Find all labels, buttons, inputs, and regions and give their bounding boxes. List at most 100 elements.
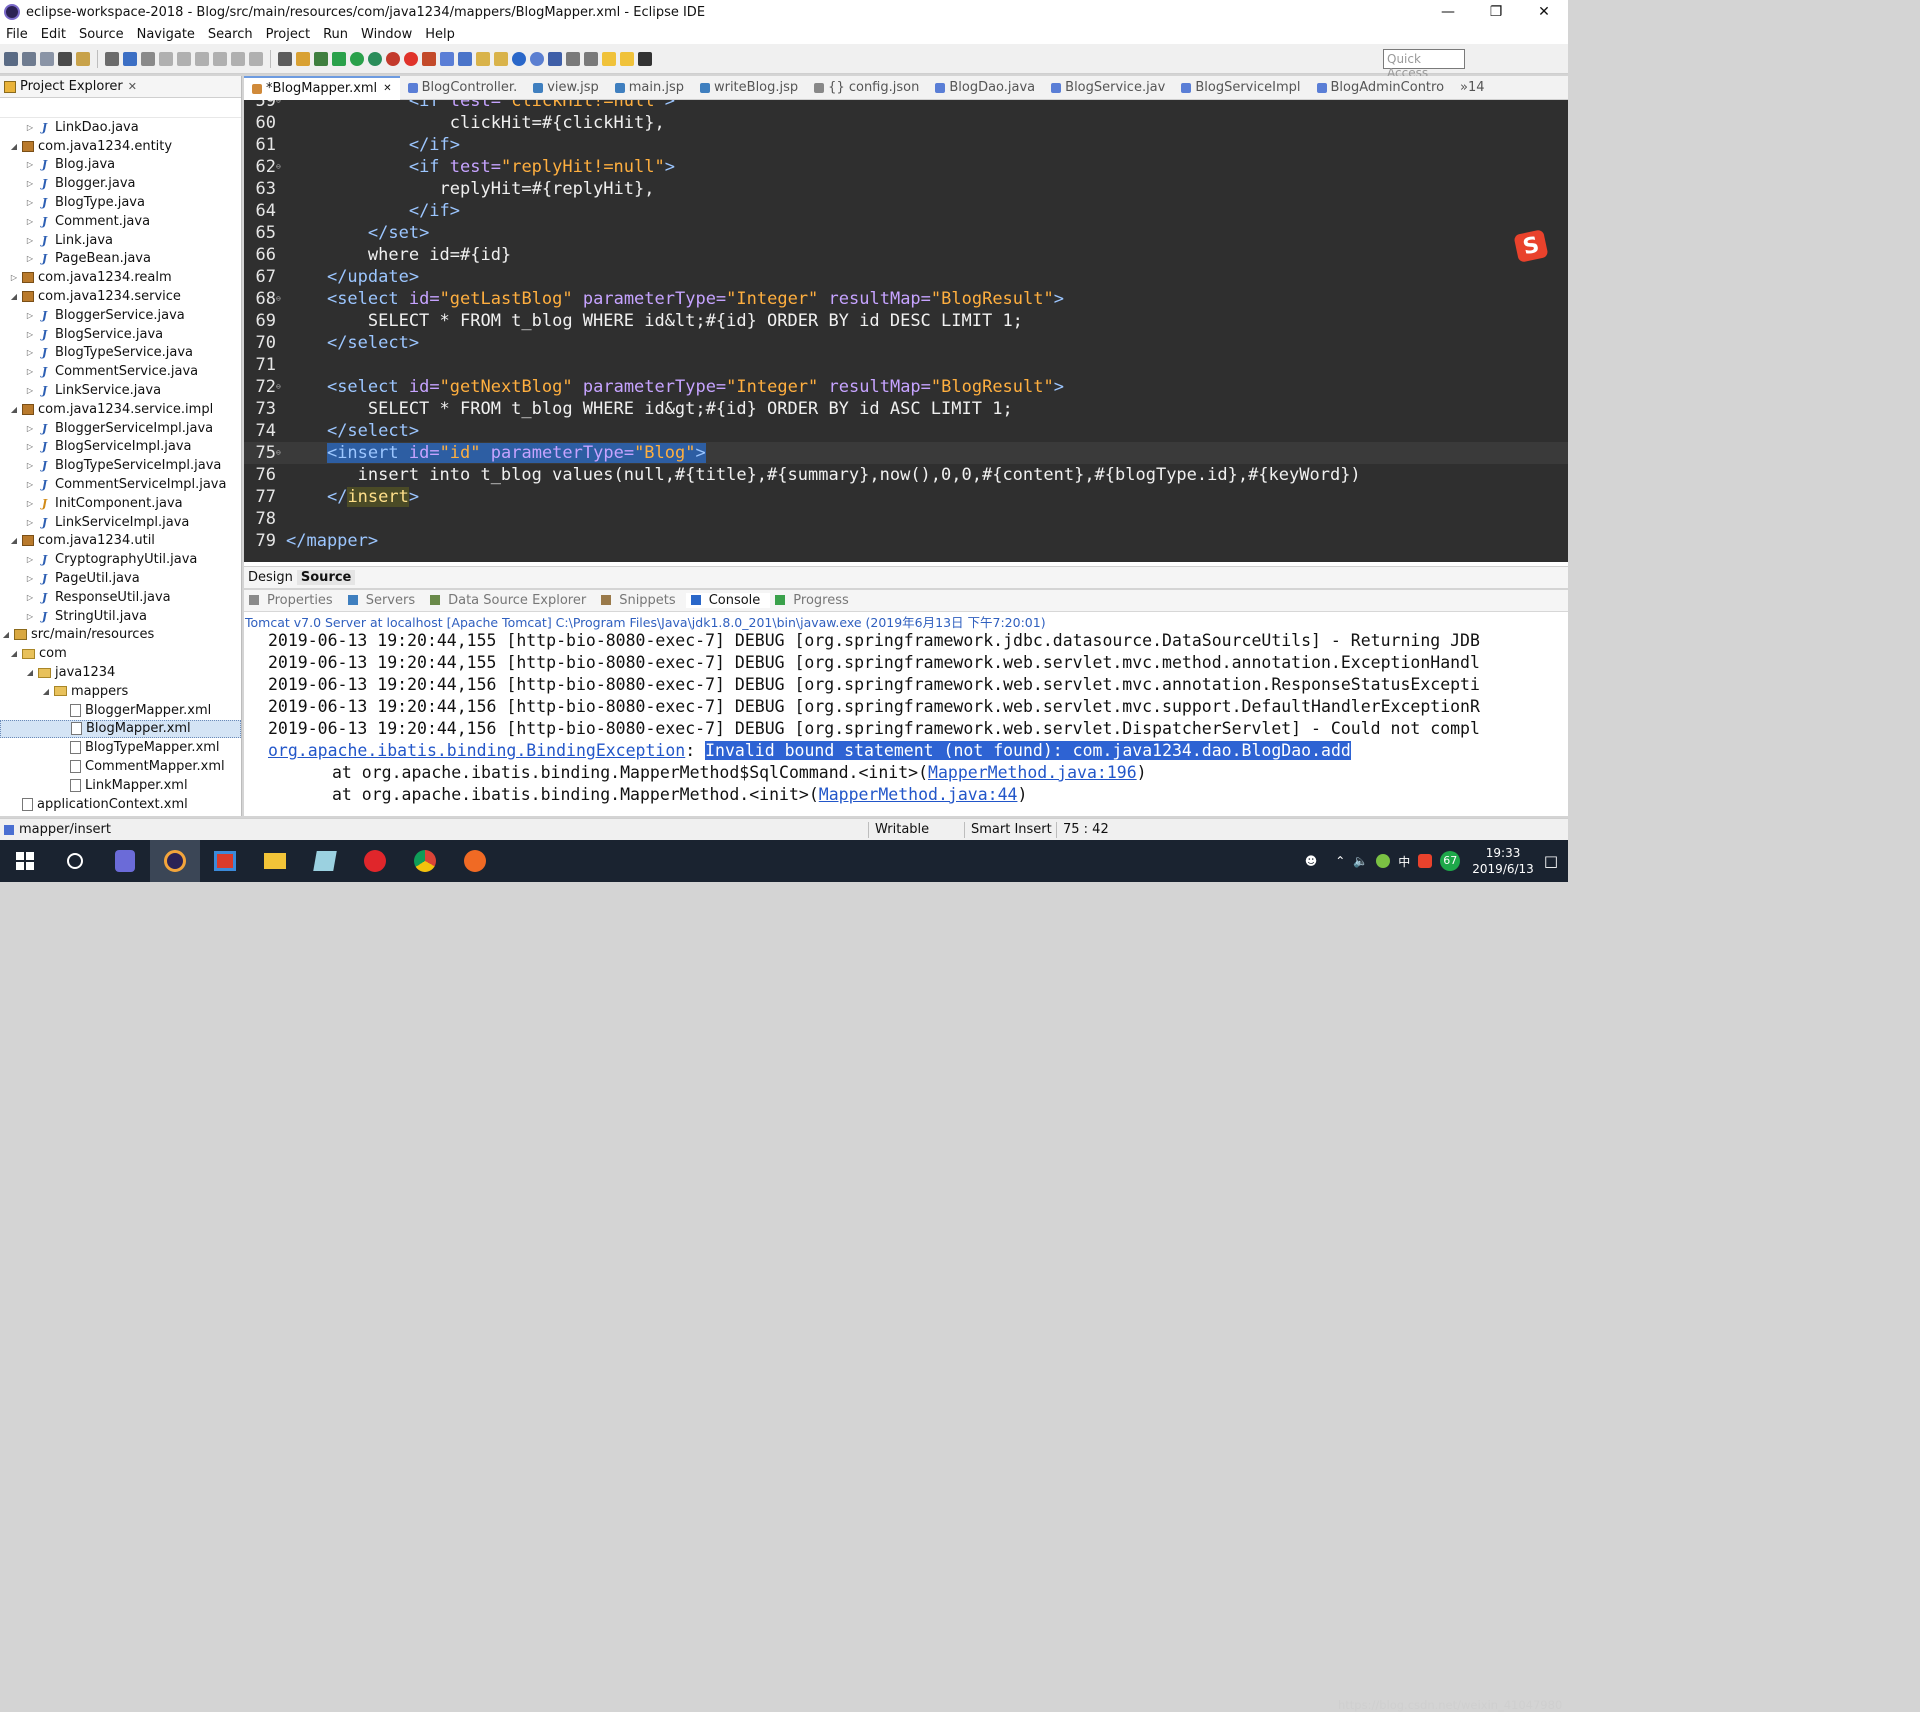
back-icon[interactable] <box>620 51 634 66</box>
code-line[interactable]: 66 where id=#{id} <box>244 244 1568 266</box>
code-line[interactable]: 74 </select> <box>244 420 1568 442</box>
ime-icon[interactable]: 中 <box>1398 853 1410 870</box>
next-annotation-icon[interactable] <box>584 51 598 66</box>
editor-tab[interactable]: BlogAdminContro <box>1309 76 1453 100</box>
open-folder-icon[interactable] <box>476 51 490 66</box>
fold-marker-icon[interactable]: ⊖ <box>276 376 286 398</box>
tree-item[interactable]: ▷ J BlogServiceImpl.java <box>0 438 241 457</box>
editor-tab[interactable]: {} config.json <box>806 76 927 100</box>
collapsed-arrow-icon[interactable]: ▷ <box>24 179 36 188</box>
tree-item[interactable]: ▷ J InitComponent.java <box>0 494 241 513</box>
expanded-arrow-icon[interactable]: ◢ <box>8 292 20 301</box>
app-icon-1[interactable] <box>100 840 150 882</box>
tree-item[interactable]: ◢ mappers <box>0 682 241 701</box>
volume-icon[interactable]: 🔈 <box>1353 854 1368 868</box>
collapsed-arrow-icon[interactable]: ▷ <box>24 442 36 451</box>
tree-item[interactable]: ◢ src/main/resources <box>0 626 241 645</box>
expanded-arrow-icon[interactable]: ◢ <box>40 687 52 696</box>
collapsed-arrow-icon[interactable]: ▷ <box>24 123 36 132</box>
tree-item[interactable]: ▷ J LinkService.java <box>0 381 241 400</box>
code-line[interactable]: 63 replyHit=#{replyHit}, <box>244 178 1568 200</box>
forward-icon[interactable] <box>638 51 652 66</box>
notification-icon[interactable]: □ <box>1544 852 1558 870</box>
expanded-arrow-icon[interactable]: ◢ <box>8 649 20 658</box>
fold-marker-icon[interactable]: ⊖ <box>276 100 286 112</box>
code-line[interactable]: 69 SELECT * FROM t_blog WHERE id&lt;#{id… <box>244 310 1568 332</box>
collapsed-arrow-icon[interactable]: ▷ <box>24 424 36 433</box>
debug-icon[interactable] <box>332 51 346 66</box>
editor-tab[interactable]: BlogDao.java <box>927 76 1043 100</box>
editor-tab[interactable]: *BlogMapper.xml ✕ <box>244 75 400 100</box>
tree-item[interactable]: ▷ J Link.java <box>0 231 241 250</box>
code-line[interactable]: 60 clickHit=#{clickHit}, <box>244 112 1568 134</box>
collapsed-arrow-icon[interactable]: ▷ <box>24 555 36 564</box>
collapsed-arrow-icon[interactable]: ▷ <box>24 480 36 489</box>
menu-source[interactable]: Source <box>79 27 124 42</box>
code-line[interactable]: 62⊖ <if test="replyHit!=null"> <box>244 156 1568 178</box>
code-line[interactable]: 75⊖ <insert id="id" parameterType="Blog"… <box>244 442 1568 464</box>
editor-tab[interactable]: BlogService.jav <box>1043 76 1173 100</box>
external-tools-icon[interactable] <box>386 51 400 66</box>
collapsed-arrow-icon[interactable]: ▷ <box>8 273 20 282</box>
clock[interactable]: 19:33 2019/6/13 <box>1472 845 1534 877</box>
expanded-arrow-icon[interactable]: ◢ <box>0 630 12 639</box>
drop-to-frame-icon[interactable] <box>278 51 292 66</box>
format-icon[interactable] <box>296 51 310 66</box>
menu-run[interactable]: Run <box>323 27 348 42</box>
code-line[interactable]: 65 </set> <box>244 222 1568 244</box>
expanded-arrow-icon[interactable]: ◢ <box>8 405 20 414</box>
tree-item[interactable]: ◢ com.java1234.entity <box>0 137 241 156</box>
collapsed-arrow-icon[interactable]: ▷ <box>24 330 36 339</box>
annotation-icon[interactable] <box>548 51 562 66</box>
tab-source[interactable]: Source <box>296 570 356 585</box>
collapsed-arrow-icon[interactable]: ▷ <box>24 198 36 207</box>
tree-item[interactable]: ▷ J BloggerServiceImpl.java <box>0 419 241 438</box>
tree-item[interactable]: BlogTypeMapper.xml <box>0 738 241 757</box>
deploy-icon[interactable] <box>422 51 436 66</box>
editor-tab[interactable]: writeBlog.jsp <box>692 76 806 100</box>
expanded-arrow-icon[interactable]: ◢ <box>8 536 20 545</box>
open-task-icon[interactable] <box>494 51 508 66</box>
quick-access-input[interactable]: Quick Access <box>1383 49 1465 80</box>
collapsed-arrow-icon[interactable]: ▷ <box>24 217 36 226</box>
menu-edit[interactable]: Edit <box>41 27 66 42</box>
code-line[interactable]: 71 <box>244 354 1568 376</box>
editor-tab[interactable]: »14 <box>1452 76 1493 100</box>
code-line[interactable]: 72⊖ <select id="getNextBlog" parameterTy… <box>244 376 1568 398</box>
editor-tab[interactable]: BlogServiceImpl <box>1173 76 1308 100</box>
source-link[interactable]: MapperMethod.java:196 <box>928 763 1137 782</box>
step-into-icon[interactable] <box>231 51 245 66</box>
close-icon[interactable]: ✕ <box>128 80 137 93</box>
last-edit-icon[interactable] <box>602 51 616 66</box>
exception-class-link[interactable]: org.apache.ibatis.binding.BindingExcepti… <box>268 741 685 760</box>
menu-search[interactable]: Search <box>208 27 253 42</box>
tree-item[interactable]: LinkMapper.xml <box>0 776 241 795</box>
search-icon[interactable] <box>512 51 526 66</box>
code-line[interactable]: 79 </mapper> <box>244 530 1568 552</box>
tree-item[interactable]: CommentMapper.xml <box>0 757 241 776</box>
source-link[interactable]: MapperMethod.java:44 <box>819 785 1018 804</box>
tree-item[interactable]: ▷ J BlogTypeServiceImpl.java <box>0 456 241 475</box>
new-package-icon[interactable] <box>458 51 472 66</box>
tree-item[interactable]: ▷ J LinkServiceImpl.java <box>0 513 241 532</box>
new-icon[interactable] <box>4 51 18 66</box>
skip-breakpoints-icon[interactable] <box>141 51 155 66</box>
collapsed-arrow-icon[interactable]: ▷ <box>24 574 36 583</box>
collapsed-arrow-icon[interactable]: ▷ <box>24 518 36 527</box>
notepad-icon[interactable] <box>300 840 350 882</box>
collapsed-arrow-icon[interactable]: ▷ <box>24 367 36 376</box>
tree-item[interactable]: BlogMapper.xml <box>0 719 241 739</box>
resume-icon[interactable] <box>159 51 173 66</box>
close-button[interactable]: ✕ <box>1520 0 1568 24</box>
tree-item[interactable]: ▷ J CryptographyUtil.java <box>0 550 241 569</box>
fold-marker-icon[interactable]: ⊖ <box>276 442 286 464</box>
new-class-icon[interactable] <box>440 51 454 66</box>
console-tab[interactable]: Progress <box>770 593 858 608</box>
console-tab[interactable]: Data Source Explorer <box>425 593 596 608</box>
suspend-icon[interactable] <box>177 51 191 66</box>
expanded-arrow-icon[interactable]: ◢ <box>24 668 36 677</box>
collapsed-arrow-icon[interactable]: ▷ <box>24 254 36 263</box>
expanded-arrow-icon[interactable]: ◢ <box>8 142 20 151</box>
file-explorer-icon[interactable] <box>250 840 300 882</box>
collapsed-arrow-icon[interactable]: ▷ <box>24 461 36 470</box>
